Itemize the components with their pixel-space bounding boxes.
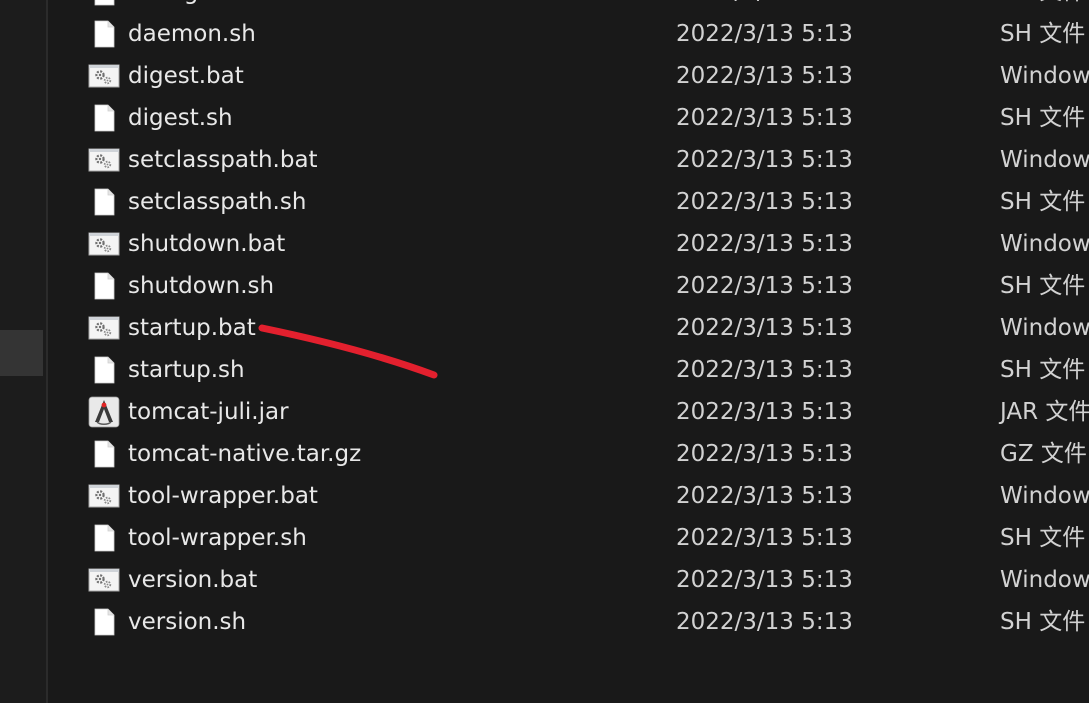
nav-selected-item[interactable] [0, 330, 43, 376]
file-type: Windows [1000, 231, 1089, 257]
file-name: tomcat-juli.jar [128, 399, 289, 425]
file-type: SH 文件 [1000, 273, 1086, 299]
file-row[interactable]: startup.bat 2022/3/13 5:13 Windows [48, 307, 1089, 349]
file-name: shutdown.sh [128, 273, 275, 299]
file-row[interactable]: version.bat 2022/3/13 5:13 Windows [48, 559, 1089, 601]
batch-file-icon [88, 312, 120, 344]
file-row[interactable]: digest.sh 2022/3/13 5:13 SH 文件 [48, 97, 1089, 139]
file-name: shutdown.bat [128, 231, 286, 257]
java-jar-icon [88, 396, 120, 428]
blank-file-icon [88, 186, 120, 218]
file-modified-date: 2022/3/13 5:13 [676, 189, 853, 215]
file-modified-date: 2022/3/13 5:13 [676, 441, 853, 467]
file-name: setclasspath.bat [128, 147, 318, 173]
blank-file-icon [88, 18, 120, 50]
blank-file-icon [88, 0, 120, 8]
file-name: tool-wrapper.bat [128, 483, 318, 509]
file-type: SH 文件 [1000, 525, 1086, 551]
file-modified-date: 2022/3/13 5:13 [676, 399, 853, 425]
batch-file-icon [88, 228, 120, 260]
file-row[interactable]: tomcat-juli.jar 2022/3/13 5:13 JAR 文件 [48, 391, 1089, 433]
file-row[interactable]: version.sh 2022/3/13 5:13 SH 文件 [48, 601, 1089, 643]
file-type: Windows [1000, 63, 1089, 89]
file-modified-date: 2022/3/13 5:13 [676, 147, 853, 173]
file-type: Windows [1000, 567, 1089, 593]
file-name: configtest.sh [128, 0, 276, 13]
file-modified-date: 2022/3/13 5:13 [676, 0, 853, 13]
file-row[interactable]: tool-wrapper.bat 2022/3/13 5:13 Windows [48, 475, 1089, 517]
file-name: startup.sh [128, 357, 245, 383]
blank-file-icon [88, 270, 120, 302]
file-modified-date: 2022/3/13 5:13 [676, 105, 853, 131]
blank-file-icon [88, 522, 120, 554]
file-name: setclasspath.sh [128, 189, 307, 215]
file-name: startup.bat [128, 315, 256, 341]
file-modified-date: 2022/3/13 5:13 [676, 525, 853, 551]
blank-file-icon [88, 606, 120, 638]
file-name: version.bat [128, 567, 258, 593]
batch-file-icon [88, 480, 120, 512]
file-type: SH 文件 [1000, 189, 1086, 215]
blank-file-icon [88, 438, 120, 470]
file-type: SH 文件 [1000, 21, 1086, 47]
file-row[interactable]: shutdown.bat 2022/3/13 5:13 Windows [48, 223, 1089, 265]
file-modified-date: 2022/3/13 5:13 [676, 21, 853, 47]
file-type: SH 文件 [1000, 105, 1086, 131]
batch-file-icon [88, 60, 120, 92]
file-name: digest.bat [128, 63, 244, 89]
file-list: configtest.sh2022/3/13 5:13SH 文件daemon.s… [48, 0, 1089, 703]
file-name: daemon.sh [128, 21, 256, 47]
blank-file-icon [88, 354, 120, 386]
file-modified-date: 2022/3/13 5:13 [676, 231, 853, 257]
file-type: JAR 文件 [1000, 399, 1089, 425]
navigation-pane [0, 0, 46, 703]
file-modified-date: 2022/3/13 5:13 [676, 483, 853, 509]
file-modified-date: 2022/3/13 5:13 [676, 273, 853, 299]
file-type: SH 文件 [1000, 0, 1085, 13]
file-type: SH 文件 [1000, 609, 1086, 635]
file-name: tomcat-native.tar.gz [128, 441, 362, 467]
file-name: digest.sh [128, 105, 233, 131]
file-name: tool-wrapper.sh [128, 525, 307, 551]
file-row[interactable]: tomcat-native.tar.gz 2022/3/13 5:13 GZ 文件 [48, 433, 1089, 475]
file-row[interactable]: configtest.sh 2022/3/13 5:13 SH 文件 [48, 0, 1089, 13]
file-type: Windows [1000, 147, 1089, 173]
file-row[interactable]: digest.bat 2022/3/13 5:13 Windows [48, 55, 1089, 97]
file-row[interactable]: setclasspath.sh 2022/3/13 5:13 SH 文件 [48, 181, 1089, 223]
batch-file-icon [88, 564, 120, 596]
file-type: Windows [1000, 483, 1089, 509]
file-row[interactable]: tool-wrapper.sh 2022/3/13 5:13 SH 文件 [48, 517, 1089, 559]
file-modified-date: 2022/3/13 5:13 [676, 315, 853, 341]
file-type: SH 文件 [1000, 357, 1086, 383]
file-name: version.sh [128, 609, 247, 635]
file-modified-date: 2022/3/13 5:13 [676, 567, 853, 593]
file-row[interactable]: shutdown.sh 2022/3/13 5:13 SH 文件 [48, 265, 1089, 307]
file-row[interactable]: daemon.sh 2022/3/13 5:13 SH 文件 [48, 13, 1089, 55]
file-row[interactable]: startup.sh 2022/3/13 5:13 SH 文件 [48, 349, 1089, 391]
file-row[interactable]: setclasspath.bat 2022/3/13 5:13 Windows [48, 139, 1089, 181]
file-type: Windows [1000, 315, 1089, 341]
blank-file-icon [88, 102, 120, 134]
batch-file-icon [88, 144, 120, 176]
file-modified-date: 2022/3/13 5:13 [676, 357, 853, 383]
file-modified-date: 2022/3/13 5:13 [676, 63, 853, 89]
file-modified-date: 2022/3/13 5:13 [676, 609, 853, 635]
file-type: GZ 文件 [1000, 441, 1087, 467]
